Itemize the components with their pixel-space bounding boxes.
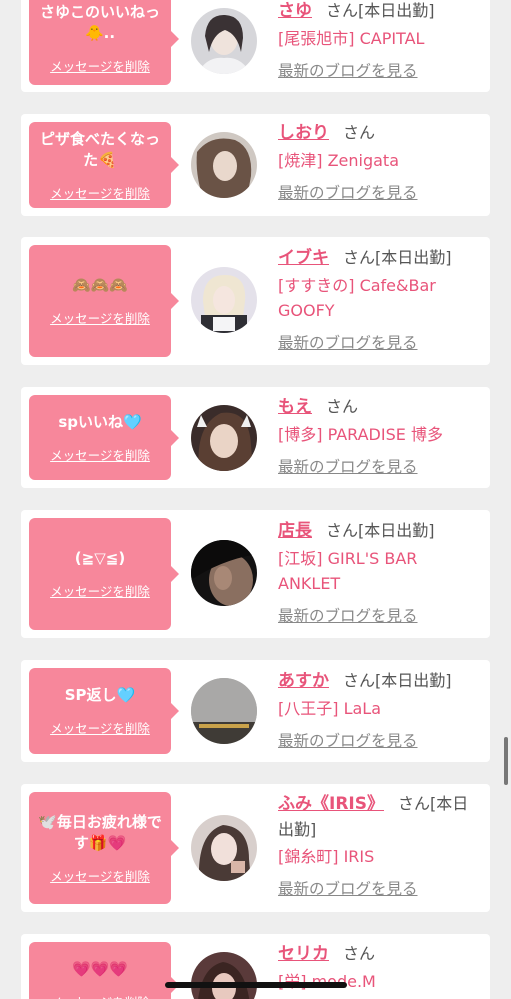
message-card: SP返し🩵 メッセージを削除 あすか さん[本日出勤] [八王子] LaLa 最新… — [21, 660, 490, 762]
honorific: さん — [343, 944, 376, 963]
delete-message-link[interactable]: メッセージを削除 — [50, 718, 150, 737]
avatar[interactable] — [191, 678, 257, 744]
message-text: (≧▽≦) — [74, 549, 126, 567]
honorific: さん — [397, 794, 430, 813]
user-info: セリカさん [栄] mode.M 最新のブログを見る — [278, 941, 484, 999]
delete-message-link[interactable]: メッセージを削除 — [50, 866, 150, 885]
honorific: さん — [343, 123, 376, 142]
honorific: さん — [326, 1, 359, 20]
latest-blog-link[interactable]: 最新のブログを見る — [278, 59, 418, 84]
shop-name: [博多] PARADISE 博多 — [278, 425, 443, 444]
attendance-status: [本日出勤] — [358, 521, 435, 540]
message-bubble: (≧▽≦) メッセージを削除 — [29, 518, 179, 630]
user-info: イブキ さん[本日出勤] [すすきの] Cafe&Bar GOOFY 最新のブログ… — [278, 245, 484, 356]
shop-name: [八王子] LaLa — [278, 699, 382, 718]
attendance-status: [本日出勤] — [375, 248, 452, 267]
message-card: (≧▽≦) メッセージを削除 店長 さん[本日出勤] [江坂] GIRL'S BA… — [21, 510, 490, 638]
message-text: ピザ食べたくなった🍕 — [39, 129, 160, 169]
user-name-link[interactable]: セリカ — [278, 944, 329, 964]
honorific: さん — [343, 248, 376, 267]
honorific: さん — [343, 671, 376, 690]
avatar[interactable] — [191, 8, 257, 74]
delete-message-link[interactable]: メッセージを削除 — [50, 445, 150, 464]
attendance-status: [本日出勤] — [358, 1, 435, 20]
scrollbar-thumb[interactable] — [504, 737, 508, 785]
avatar[interactable] — [191, 952, 257, 999]
user-name-link[interactable]: あすか — [278, 671, 329, 691]
shop-name: [尾張旭市] CAPITAL — [278, 29, 425, 48]
delete-message-link[interactable]: メッセージを削除 — [50, 56, 150, 75]
user-info: あすか さん[本日出勤] [八王子] LaLa 最新のブログを見る — [278, 668, 484, 754]
user-name-link[interactable]: 店長 — [278, 521, 312, 541]
message-bubble: 🕊️毎日お疲れ様です🎁💗 メッセージを削除 — [29, 792, 179, 904]
home-indicator[interactable] — [165, 982, 347, 988]
message-text: 🙈🙈🙈 — [71, 276, 129, 294]
message-list-page: さゆこのいいねっ🐥.. メッセージを削除 さゆ さん[本日出勤] [尾張旭市] C… — [0, 0, 511, 999]
user-info: ふみ《IRIS》 さん[本日出勤] [錦糸町] IRIS 最新のブログを見る — [278, 791, 484, 902]
latest-blog-link[interactable]: 最新のブログを見る — [278, 877, 418, 902]
user-info: しおり さん [焼津] Zenigata 最新のブログを見る — [278, 120, 484, 206]
latest-blog-link[interactable]: 最新のブログを見る — [278, 729, 418, 754]
honorific: さん — [326, 521, 359, 540]
shop-name: [江坂] GIRL'S BAR ANKLET — [278, 549, 418, 593]
delete-message-link[interactable]: メッセージを削除 — [50, 992, 150, 999]
user-info: 店長 さん[本日出勤] [江坂] GIRL'S BAR ANKLET 最新のブログ… — [278, 518, 484, 629]
delete-message-link[interactable]: メッセージを削除 — [50, 581, 150, 600]
latest-blog-link[interactable]: 最新のブログを見る — [278, 455, 418, 480]
user-name-link[interactable]: イブキ — [278, 248, 329, 268]
message-text: 💗💗💗 — [71, 960, 129, 978]
message-text: 🕊️毎日お疲れ様です🎁💗 — [38, 812, 162, 852]
shop-name: [錦糸町] IRIS — [278, 847, 375, 866]
avatar[interactable] — [191, 405, 257, 471]
message-card: さゆこのいいねっ🐥.. メッセージを削除 さゆ さん[本日出勤] [尾張旭市] C… — [21, 0, 490, 92]
user-name-link[interactable]: もえ — [278, 397, 312, 417]
avatar[interactable] — [191, 267, 257, 333]
shop-name: [焼津] Zenigata — [278, 151, 400, 170]
delete-message-link[interactable]: メッセージを削除 — [50, 308, 150, 327]
shop-name: [すすきの] Cafe&Bar GOOFY — [278, 276, 436, 320]
user-info: さゆ さん[本日出勤] [尾張旭市] CAPITAL 最新のブログを見る — [278, 0, 484, 84]
latest-blog-link[interactable]: 最新のブログを見る — [278, 181, 418, 206]
message-bubble: SP返し🩵 メッセージを削除 — [29, 668, 179, 754]
latest-blog-link[interactable]: 最新のブログを見る — [278, 331, 418, 356]
honorific: さん — [326, 397, 359, 416]
message-card: 🕊️毎日お疲れ様です🎁💗 メッセージを削除 ふみ《IRIS》 さん[本日出勤] [… — [21, 784, 490, 912]
message-card: spいいね🩵 メッセージを削除 もえ さん [博多] PARADISE 博多 最新… — [21, 387, 490, 488]
message-text: さゆこのいいねっ🐥.. — [39, 3, 160, 42]
avatar[interactable] — [191, 540, 257, 606]
message-bubble: spいいね🩵 メッセージを削除 — [29, 395, 179, 480]
message-card: 🙈🙈🙈 メッセージを削除 イブキ さん[本日出勤] [すすきの] Cafe&Bar… — [21, 237, 490, 365]
message-bubble: さゆこのいいねっ🐥.. メッセージを削除 — [29, 0, 179, 85]
latest-blog-link[interactable]: 最新のブログを見る — [278, 604, 418, 629]
attendance-status: [本日出勤] — [375, 671, 452, 690]
message-card: 💗💗💗 メッセージを削除 セリカさん [栄] mode.M 最新のブログを見る — [21, 934, 490, 999]
message-text: spいいね🩵 — [58, 412, 142, 431]
message-bubble: 🙈🙈🙈 メッセージを削除 — [29, 245, 179, 357]
user-name-link[interactable]: さゆ — [278, 1, 312, 21]
avatar[interactable] — [191, 132, 257, 198]
message-bubble: ピザ食べたくなった🍕 メッセージを削除 — [29, 122, 179, 208]
user-name-link[interactable]: しおり — [278, 123, 329, 143]
message-text: SP返し🩵 — [64, 686, 136, 704]
user-info: もえ さん [博多] PARADISE 博多 最新のブログを見る — [278, 394, 484, 480]
message-card: ピザ食べたくなった🍕 メッセージを削除 しおり さん [焼津] Zenigata … — [21, 114, 490, 216]
user-name-link[interactable]: ふみ《IRIS》 — [278, 794, 384, 814]
avatar[interactable] — [191, 815, 257, 881]
message-bubble: 💗💗💗 メッセージを削除 — [29, 942, 179, 999]
delete-message-link[interactable]: メッセージを削除 — [50, 183, 150, 202]
